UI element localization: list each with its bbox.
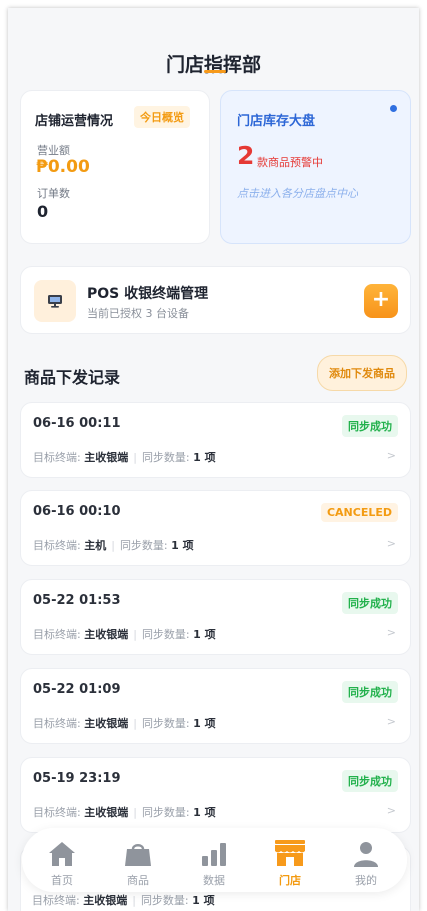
record-status-badge: 同步成功: [342, 681, 398, 703]
record-meta: 目标终端: 主机 | 同步数量: 1 项: [33, 537, 194, 553]
target-value: 主收银端: [84, 451, 129, 464]
stock-hint: 点击进入各分店盘点中心: [237, 187, 358, 200]
bottom-tab-bar: 首页 商品 数据 门店 我的: [22, 828, 407, 892]
record-card[interactable]: 05-19 23:19 同步成功 目标终端: 主收银端 | 同步数量: 1 项 >: [20, 757, 411, 833]
meta-divider: |: [111, 539, 115, 552]
record-status-badge: 同步成功: [342, 770, 398, 792]
qty-label: 同步数量:: [141, 806, 190, 819]
target-label: 目标终端:: [33, 717, 81, 730]
orders-value: 0: [37, 202, 49, 221]
revenue-label: 营业额: [37, 144, 70, 157]
pos-monitor-icon: [34, 280, 76, 322]
user-icon: [336, 834, 396, 868]
home-icon: [32, 834, 92, 868]
record-card[interactable]: 06-16 00:11 同步成功 目标终端: 主收银端 | 同步数量: 1 项 >: [20, 402, 411, 478]
stock-title: 门店库存大盘: [237, 114, 316, 129]
record-status-badge: 同步成功: [342, 415, 398, 437]
store-ops-card[interactable]: 店铺运营情况 今日概览 营业额 ₱0.00 订单数 0: [20, 90, 210, 244]
target-label: 目标终端:: [33, 539, 81, 552]
qty-label: 同步数量:: [140, 894, 189, 907]
record-meta: 目标终端: 主收银端 | 同步数量: 1 项: [33, 449, 216, 465]
tab-label: 首页: [51, 874, 73, 887]
meta-divider: |: [133, 628, 137, 641]
target-value: 主收银端: [84, 628, 129, 641]
tab-products[interactable]: 商品: [108, 834, 168, 888]
chevron-right-icon: >: [386, 537, 396, 550]
record-meta: 目标终端: 主收银端 | 同步数量: 1 项: [33, 715, 216, 731]
tab-data[interactable]: 数据: [184, 834, 244, 888]
title-underline: [204, 70, 226, 73]
pos-title: POS 收银终端管理: [87, 286, 209, 302]
record-time: 05-22 01:53: [33, 593, 121, 608]
bar-chart-icon: [184, 834, 244, 868]
tab-home[interactable]: 首页: [32, 834, 92, 888]
app-frame: 门店指挥部 店铺运营情况 今日概览 营业额 ₱0.00 订单数 0 门店库存大盘…: [8, 8, 419, 911]
record-card[interactable]: 05-22 01:09 同步成功 目标终端: 主收银端 | 同步数量: 1 项 >: [20, 668, 411, 744]
qty-value: 1 项: [193, 717, 216, 730]
meta-divider: |: [133, 806, 137, 819]
qty-value: 1 项: [193, 806, 216, 819]
add-terminal-button[interactable]: +: [364, 284, 398, 318]
revenue-value: ₱0.00: [36, 157, 90, 177]
qty-value: 1 项: [171, 539, 194, 552]
record-time: 06-16 00:10: [33, 504, 121, 519]
store-icon: [260, 834, 320, 868]
qty-value: 1 项: [193, 451, 216, 464]
add-dispatch-goods-button[interactable]: 添加下发商品: [317, 355, 407, 391]
orders-label: 订单数: [37, 187, 70, 200]
record-time: 05-19 23:19: [33, 771, 121, 786]
target-label: 目标终端:: [33, 628, 81, 641]
stock-alert-text: 款商品预警中: [257, 156, 323, 169]
record-meta: 目标终端: 主收银端 | 同步数量: 1 项: [33, 804, 216, 820]
tab-label: 门店: [279, 874, 301, 887]
qty-label: 同步数量:: [141, 628, 190, 641]
record-status-badge: CANCELED: [320, 503, 398, 522]
chevron-right-icon: >: [386, 715, 396, 728]
target-label: 目标终端:: [32, 894, 80, 907]
qty-label: 同步数量:: [141, 451, 190, 464]
tab-profile[interactable]: 我的: [336, 834, 396, 888]
records-section-title: 商品下发记录: [24, 368, 121, 387]
record-status-badge: 同步成功: [342, 592, 398, 614]
meta-divider: |: [133, 717, 137, 730]
tab-store[interactable]: 门店: [260, 834, 320, 888]
record-card[interactable]: 06-16 00:10 CANCELED 目标终端: 主机 | 同步数量: 1 项 …: [20, 490, 411, 566]
meta-divider: |: [133, 451, 137, 464]
chevron-right-icon: >: [386, 449, 396, 462]
target-value: 主收银端: [83, 894, 128, 907]
chevron-right-icon: >: [386, 626, 396, 639]
notification-dot: [390, 105, 397, 112]
today-overview-badge: 今日概览: [134, 106, 190, 128]
stock-alert-count: 2: [237, 141, 255, 170]
target-label: 目标终端:: [33, 451, 81, 464]
qty-label: 同步数量:: [141, 717, 190, 730]
tab-label: 我的: [355, 874, 377, 887]
record-meta: 目标终端: 主收银端 | 同步数量: 1 项: [33, 626, 216, 642]
tab-label: 数据: [203, 874, 225, 887]
pos-subtitle: 当前已授权 3 台设备: [87, 307, 189, 320]
chevron-right-icon: >: [386, 804, 396, 817]
record-card[interactable]: 05-22 01:53 同步成功 目标终端: 主收银端 | 同步数量: 1 项 >: [20, 579, 411, 655]
pos-terminal-card[interactable]: POS 收银终端管理 当前已授权 3 台设备 +: [20, 266, 411, 334]
target-value: 主收银端: [84, 806, 129, 819]
tab-label: 商品: [127, 874, 149, 887]
target-value: 主收银端: [84, 717, 129, 730]
ops-title: 店铺运营情况: [35, 114, 114, 129]
stock-overview-card[interactable]: 门店库存大盘 2 款商品预警中 点击进入各分店盘点中心: [220, 90, 411, 244]
qty-value: 1 项: [193, 628, 216, 641]
target-label: 目标终端:: [33, 806, 81, 819]
meta-divider: |: [132, 894, 136, 907]
target-value: 主机: [84, 539, 107, 552]
record-meta: 目标终端: 主收银端 | 同步数量: 1 项: [32, 892, 215, 908]
record-time: 05-22 01:09: [33, 682, 121, 697]
shopping-bag-icon: [108, 834, 168, 868]
record-time: 06-16 00:11: [33, 416, 121, 431]
qty-value: 1 项: [192, 894, 215, 907]
qty-label: 同步数量:: [119, 539, 168, 552]
